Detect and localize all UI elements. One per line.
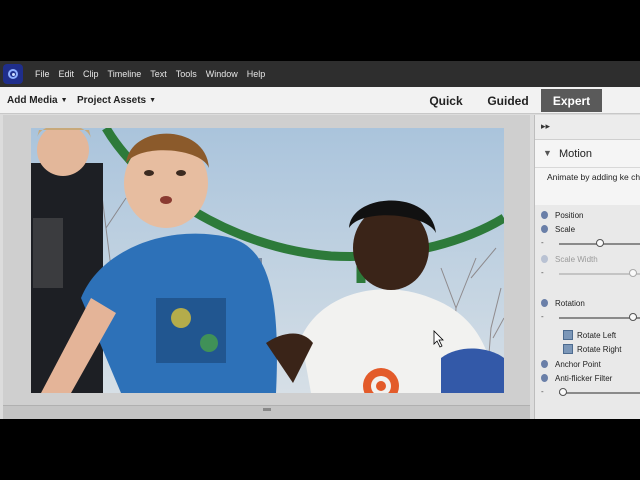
menu-bar: File Edit Clip Timeline Text Tools Windo… (0, 61, 640, 87)
scale-slider[interactable]: - (541, 238, 640, 249)
chevron-down-icon: ▼ (149, 96, 157, 104)
slider-track[interactable] (559, 392, 640, 394)
rotate-left-button[interactable]: Rotate Left (563, 329, 616, 341)
property-anti-flicker[interactable]: Anti-flicker Filter (541, 372, 612, 384)
minus-icon: - (541, 238, 544, 247)
slider-track (559, 273, 640, 275)
anti-flicker-slider[interactable]: - (541, 387, 640, 398)
anti-flicker-label: Anti-flicker Filter (555, 373, 613, 383)
rotate-right-icon (563, 344, 573, 354)
property-anchor-point[interactable]: Anchor Point (541, 358, 601, 370)
menu-help[interactable]: Help (247, 69, 266, 79)
rotation-slider[interactable]: - (541, 312, 640, 323)
slider-knob (629, 269, 638, 277)
expand-panel-icon[interactable]: ▸▸ (541, 121, 550, 132)
menu-timeline[interactable]: Timeline (108, 69, 142, 79)
motion-description: Animate by adding ke changing (547, 172, 640, 182)
stopwatch-icon[interactable] (541, 360, 548, 368)
stopwatch-icon[interactable] (541, 299, 548, 307)
panel-header: ▸▸ (535, 115, 640, 140)
minus-icon: - (541, 312, 544, 321)
minus-icon: - (541, 268, 544, 277)
property-scale[interactable]: Scale (541, 223, 575, 235)
property-scale-width: Scale Width (541, 253, 598, 265)
tab-quick[interactable]: Quick (424, 89, 468, 112)
scale-label: Scale (555, 224, 576, 234)
monitor-panel (3, 115, 530, 405)
motion-section-title: Motion (559, 148, 593, 160)
rotate-left-icon (563, 330, 573, 340)
rotate-right-button[interactable]: Rotate Right (563, 343, 621, 355)
chevron-down-icon: ▼ (60, 96, 68, 104)
app-logo-icon[interactable] (3, 64, 23, 84)
preview-frame-image (31, 128, 504, 393)
minus-icon: - (541, 387, 544, 396)
position-label: Position (555, 210, 584, 220)
rotation-label: Rotation (555, 298, 585, 308)
add-media-dropdown[interactable]: Add Media ▼ (7, 87, 68, 113)
editor-window: File Edit Clip Timeline Text Tools Windo… (0, 61, 640, 419)
rotate-right-label: Rotate Right (577, 344, 622, 354)
slider-knob[interactable] (596, 239, 604, 247)
video-preview[interactable] (31, 128, 504, 393)
stopwatch-icon[interactable] (541, 225, 548, 233)
applied-effects-panel: ▸▸ ▼ Motion Animate by adding ke changin… (534, 115, 640, 419)
property-rotation[interactable]: Rotation (541, 297, 585, 309)
add-media-label: Add Media (7, 94, 58, 106)
slider-knob[interactable] (629, 313, 638, 321)
mode-bar: Add Media ▼ Project Assets ▼ Quick Guide… (0, 87, 640, 114)
menu-list: File Edit Clip Timeline Text Tools Windo… (35, 61, 274, 87)
rotate-left-label: Rotate Left (577, 330, 617, 340)
property-position[interactable]: Position (541, 209, 583, 221)
stopwatch-icon (541, 255, 548, 263)
project-assets-dropdown[interactable]: Project Assets ▼ (77, 87, 156, 113)
scale-width-label: Scale Width (555, 254, 598, 264)
menu-text[interactable]: Text (150, 69, 167, 79)
tab-expert[interactable]: Expert (541, 89, 602, 112)
scale-width-slider: - (541, 268, 640, 279)
menu-file[interactable]: File (35, 69, 50, 79)
timeline-divider[interactable] (3, 405, 530, 419)
stopwatch-icon[interactable] (541, 374, 548, 382)
motion-properties: Position Scale - Scale Width - Rotation … (535, 205, 640, 419)
motion-section-header[interactable]: ▼ Motion (535, 143, 640, 168)
menu-tools[interactable]: Tools (176, 69, 197, 79)
slider-track[interactable] (559, 317, 640, 319)
collapse-caret-icon[interactable]: ▼ (543, 148, 552, 158)
tab-guided[interactable]: Guided (484, 89, 532, 112)
resize-handle-icon[interactable] (263, 408, 271, 411)
menu-window[interactable]: Window (206, 69, 238, 79)
menu-edit[interactable]: Edit (59, 69, 75, 79)
project-assets-label: Project Assets (77, 94, 147, 106)
slider-knob[interactable] (559, 388, 567, 396)
anchor-point-label: Anchor Point (555, 359, 601, 369)
stopwatch-icon[interactable] (541, 211, 548, 219)
menu-clip[interactable]: Clip (83, 69, 99, 79)
